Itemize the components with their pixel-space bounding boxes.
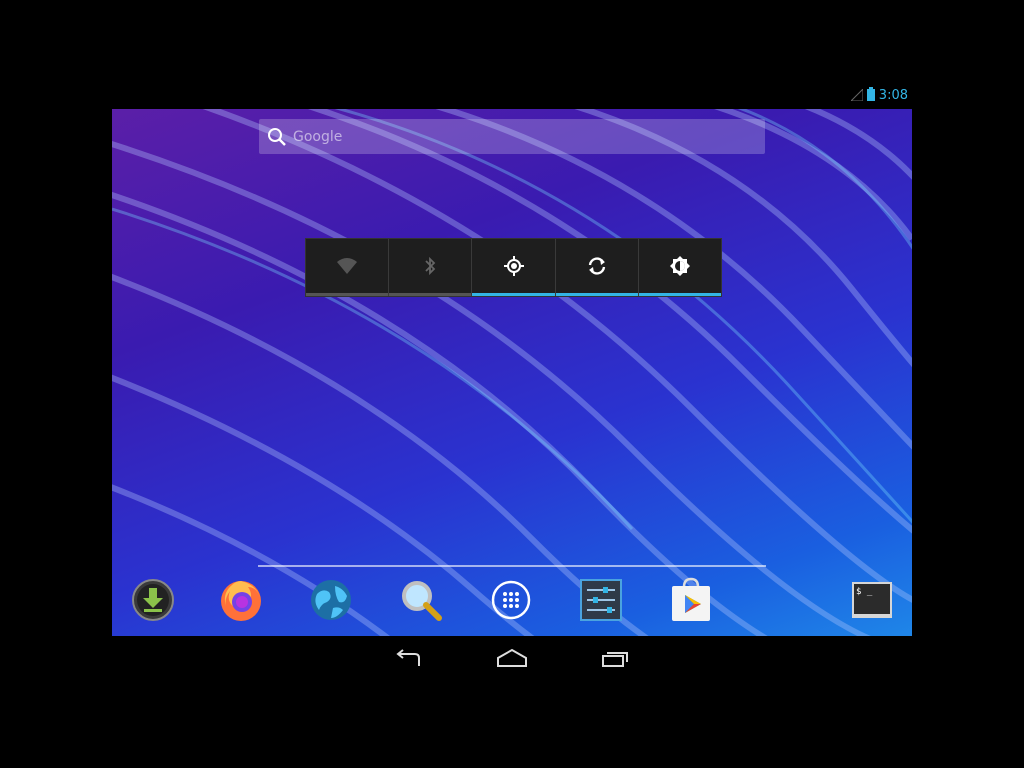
- wallpaper: [112, 109, 912, 636]
- status-icons: 3:08: [849, 86, 908, 105]
- search-app[interactable]: [397, 578, 445, 626]
- signal-icon: [849, 86, 864, 105]
- settings-app[interactable]: [577, 578, 625, 626]
- brightness-toggle[interactable]: [638, 239, 722, 296]
- search-icon: [267, 127, 287, 147]
- recents-button[interactable]: [598, 648, 634, 672]
- search-label: Google: [293, 128, 343, 145]
- status-bar: 3:08: [0, 80, 1024, 108]
- dock-divider: [258, 565, 766, 567]
- recents-icon: [601, 648, 631, 672]
- sync-icon: [586, 255, 608, 281]
- all-apps-button[interactable]: [487, 578, 535, 626]
- power-control-widget: [305, 238, 722, 297]
- back-icon: [393, 648, 423, 672]
- wifi-toggle[interactable]: [306, 239, 390, 296]
- navigation-bar: [0, 636, 1024, 686]
- gps-icon: [503, 255, 525, 281]
- home-screen: Google $ _: [112, 109, 912, 636]
- download-icon: [131, 578, 175, 626]
- magnifier-icon: [399, 578, 443, 626]
- wifi-indicator: [306, 293, 389, 296]
- gps-toggle[interactable]: [472, 239, 556, 296]
- sync-indicator: [555, 293, 638, 296]
- wifi-icon: [335, 256, 359, 280]
- home-button[interactable]: [494, 648, 530, 672]
- settings-icon: [579, 578, 623, 626]
- play-store-icon: [669, 577, 713, 627]
- terminal-icon: $ _: [850, 578, 894, 626]
- terminal-app[interactable]: $ _: [848, 578, 896, 626]
- svg-text:$ _: $ _: [856, 587, 873, 597]
- app-drawer-icon: [490, 579, 532, 625]
- play-store-app[interactable]: [667, 577, 715, 627]
- globe-icon: [309, 578, 353, 626]
- brightness-indicator: [638, 293, 722, 296]
- downloads-app[interactable]: [129, 578, 177, 626]
- google-search-bar[interactable]: Google: [259, 119, 765, 154]
- firefox-icon: [218, 577, 264, 627]
- sync-toggle[interactable]: [555, 239, 639, 296]
- firefox-app[interactable]: [217, 578, 265, 626]
- clock: 3:08: [878, 88, 908, 103]
- bluetooth-toggle[interactable]: [389, 239, 473, 296]
- gps-indicator: [472, 293, 555, 296]
- home-icon: [496, 648, 528, 672]
- battery-icon: [866, 86, 875, 105]
- brightness-icon: [669, 255, 691, 281]
- bluetooth-icon: [423, 256, 437, 280]
- back-button[interactable]: [390, 648, 426, 672]
- bluetooth-indicator: [389, 293, 472, 296]
- browser-app[interactable]: [307, 578, 355, 626]
